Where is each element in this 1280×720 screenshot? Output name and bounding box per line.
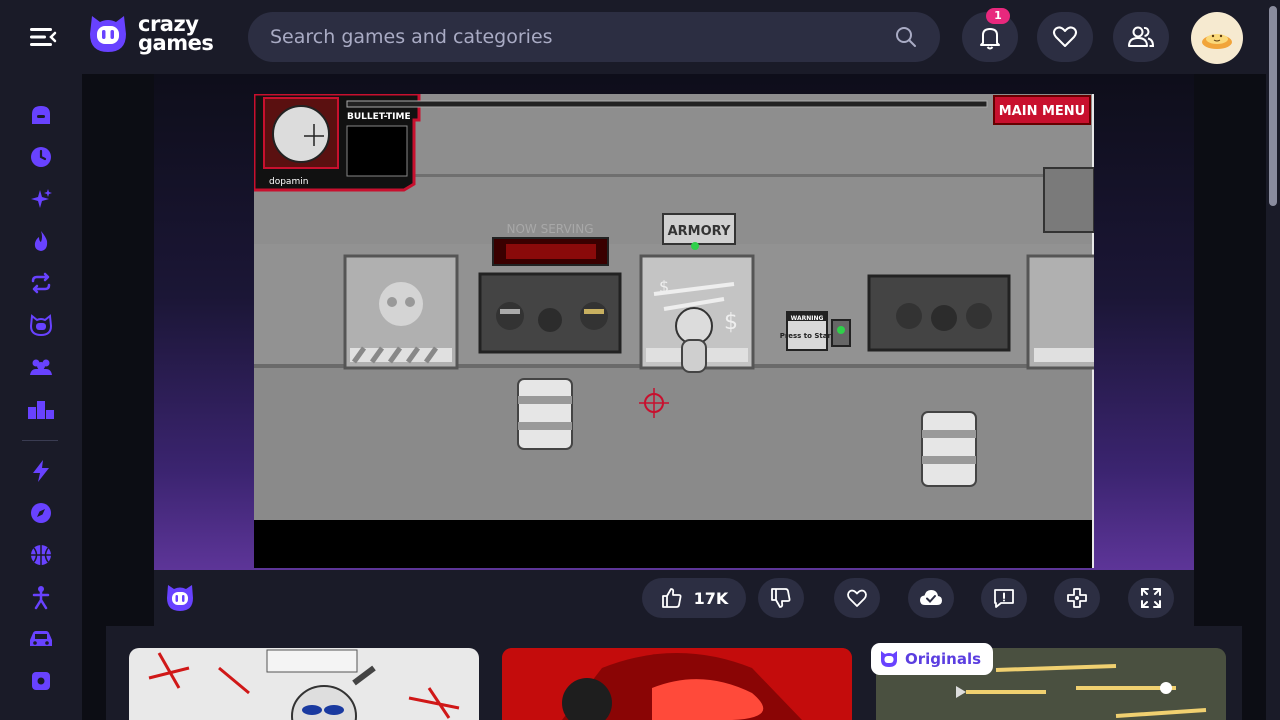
warning-label: WARNING — [791, 315, 824, 322]
svg-text:$: $ — [724, 310, 738, 335]
sidebar-item-action[interactable] — [24, 454, 58, 488]
crazygames-mini-logo-icon[interactable] — [164, 582, 196, 614]
sidebar-divider — [22, 440, 58, 441]
top-header: crazy games 1 — [0, 0, 1266, 74]
scrollbar-thumb[interactable] — [1269, 6, 1277, 206]
stickman-icon — [32, 586, 50, 610]
more-icon — [28, 716, 54, 720]
sidebar-item-sports[interactable] — [24, 538, 58, 572]
thumbs-up-icon — [661, 588, 682, 608]
sidebar-item-more[interactable] — [24, 706, 58, 720]
sparkle-icon — [31, 189, 52, 208]
logo-text-line2: games — [138, 31, 214, 55]
game-card-thumbnail — [148, 649, 460, 720]
sidebar-item-stickman[interactable] — [24, 580, 58, 614]
sidebar-item-multiplayer[interactable] — [24, 350, 58, 384]
originals-icon — [29, 314, 53, 337]
clock-icon — [31, 147, 51, 167]
refresh-icon — [31, 272, 51, 294]
heart-icon — [1053, 26, 1077, 47]
press-start-label: Press to Start — [780, 332, 835, 340]
home-icon — [32, 106, 50, 124]
svg-text:MAIN MENU: MAIN MENU — [999, 104, 1086, 119]
fullscreen-icon — [1141, 588, 1161, 608]
notification-badge: 1 — [986, 8, 1010, 24]
armory-sign: ARMORY — [668, 224, 731, 239]
like-button[interactable]: 17K — [642, 578, 746, 618]
dice-icon — [32, 672, 50, 690]
sidebar-item-originals[interactable] — [24, 308, 58, 342]
car-icon — [30, 631, 52, 646]
page-scrollbar[interactable] — [1266, 0, 1280, 720]
game-scene: dopamin BULLET-TIME MAIN MENU NOW SERVIN… — [254, 94, 1094, 568]
report-button[interactable] — [981, 578, 1027, 618]
sidebar-item-trending[interactable] — [24, 224, 58, 258]
like-count: 17K — [693, 588, 729, 608]
cloud-check-icon — [920, 590, 942, 605]
embed-button[interactable] — [1054, 578, 1100, 618]
favorites-button[interactable] — [1037, 12, 1093, 62]
search-bar — [248, 12, 940, 62]
avatar[interactable] — [1191, 12, 1243, 64]
dislike-button[interactable] — [758, 578, 804, 618]
game-card[interactable] — [129, 648, 479, 720]
game-card[interactable] — [502, 648, 852, 720]
users-icon — [30, 359, 52, 375]
bolt-icon — [33, 460, 49, 482]
game-toolbar: 17K — [154, 570, 1194, 626]
basketball-icon — [31, 545, 51, 565]
sidebar-item-adventure[interactable] — [24, 496, 58, 530]
leaderboard-icon — [28, 401, 54, 419]
favorite-game-button[interactable] — [834, 578, 880, 618]
notifications-button[interactable]: 1 — [962, 8, 1018, 62]
originals-badge: Originals — [871, 643, 994, 675]
fullscreen-button[interactable] — [1128, 578, 1174, 618]
sidebar — [0, 74, 82, 720]
svg-text:$: $ — [659, 277, 669, 296]
hud-player-name: dopamin — [269, 177, 308, 187]
originals-badge-icon — [881, 651, 897, 667]
search-input[interactable] — [270, 12, 870, 62]
barrel-left — [517, 378, 573, 450]
originals-badge-label: Originals — [905, 650, 982, 668]
friends-button[interactable] — [1113, 12, 1169, 62]
friends-icon — [1128, 26, 1155, 47]
game-canvas[interactable]: dopamin BULLET-TIME MAIN MENU NOW SERVIN… — [254, 94, 1094, 568]
logo-mark-icon — [90, 16, 126, 52]
fire-icon — [34, 231, 48, 251]
cloud-save-button[interactable] — [908, 578, 954, 618]
sidebar-item-driving[interactable] — [24, 622, 58, 656]
sidebar-item-casual[interactable] — [24, 664, 58, 698]
main-menu-button[interactable]: MAIN MENU — [993, 95, 1091, 125]
sidebar-item-leaderboard[interactable] — [24, 392, 58, 426]
now-serving-label: NOW SERVING — [506, 222, 593, 236]
game-card-thumbnail — [502, 648, 852, 720]
crazygames-logo[interactable]: crazy games — [86, 12, 214, 56]
search-icon[interactable] — [894, 25, 918, 49]
thumbs-down-icon — [771, 588, 791, 608]
sidebar-item-home[interactable] — [24, 98, 58, 132]
hud-bullet-time-label: BULLET-TIME — [347, 112, 411, 122]
compass-icon — [31, 503, 51, 523]
barrel-right — [921, 411, 977, 487]
sidebar-item-recent[interactable] — [24, 140, 58, 174]
press-to-start-panel[interactable]: WARNING Press to Start — [780, 311, 835, 351]
sidebar-item-updated[interactable] — [24, 266, 58, 300]
sidebar-item-new[interactable] — [24, 182, 58, 216]
report-icon — [994, 589, 1014, 608]
avatar-image-icon — [1202, 34, 1232, 49]
menu-toggle-icon[interactable] — [28, 22, 58, 52]
controller-icon — [1067, 588, 1087, 608]
bell-icon — [980, 28, 1000, 50]
heart-outline-icon — [847, 589, 867, 607]
